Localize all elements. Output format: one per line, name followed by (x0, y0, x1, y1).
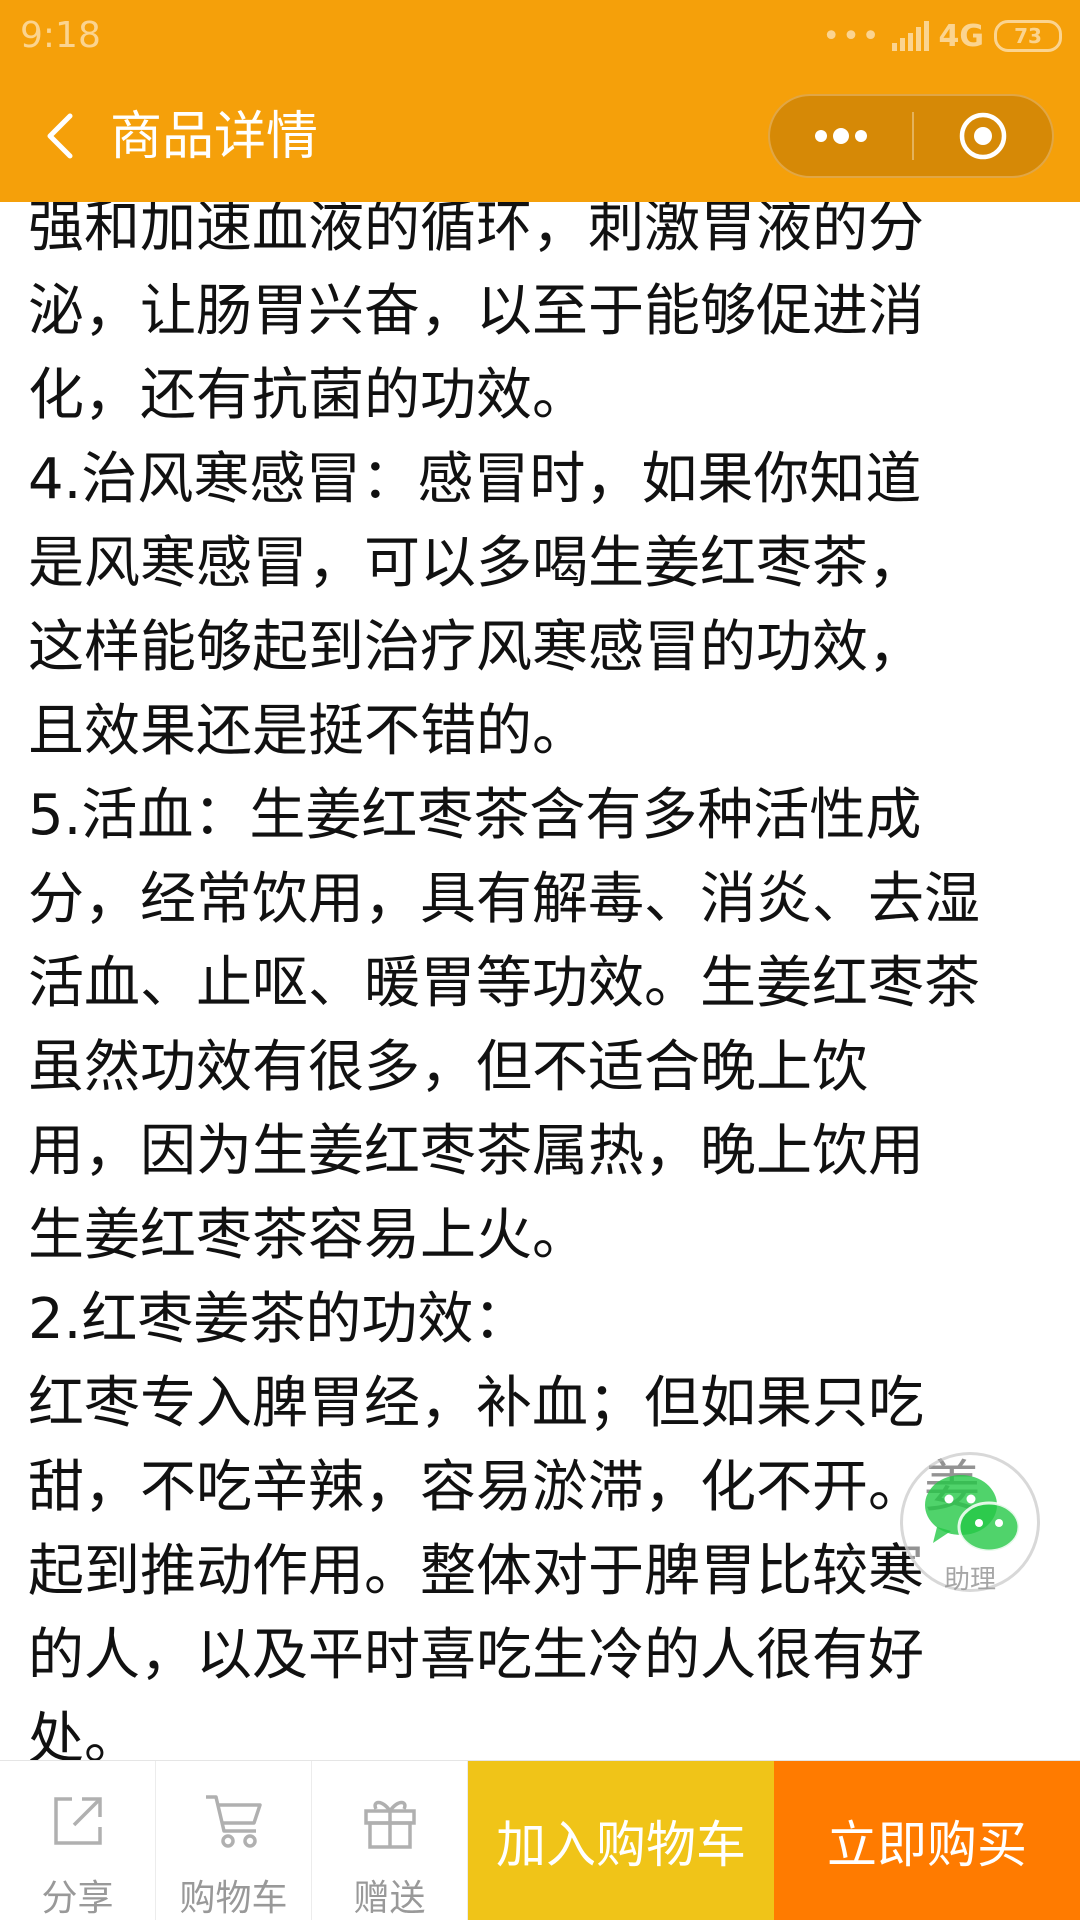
description-line: 泌，让肠胃兴奋，以至于能够促进消 (28, 279, 924, 344)
description-line: 生姜红枣茶容易上火。 (28, 1203, 588, 1268)
assistant-float-button[interactable]: 助理 (900, 1452, 1040, 1595)
more-button[interactable] (770, 96, 912, 176)
description-line: 4.治风寒感冒：感冒时，如果你知道 (28, 447, 922, 512)
description-line: 5.活血：生姜红枣茶含有多种活性成 (28, 783, 922, 848)
status-dots: ••• (822, 18, 882, 54)
description-line: 分，经常饮用，具有解毒、消炎、去湿 (28, 867, 980, 932)
signal-icon (891, 21, 929, 51)
close-mini-program-button[interactable] (914, 96, 1052, 176)
share-label: 分享 (41, 1878, 114, 1919)
product-detail-page: 9:18 ••• 4G 73 商品详情 强和加速血液的循环，刺激胃液的分 泌，让… (0, 0, 1080, 1920)
header: 9:18 ••• 4G 73 商品详情 (0, 0, 1080, 202)
cart-label: 购物车 (179, 1878, 288, 1919)
chevron-left-icon (47, 113, 73, 159)
gift-label: 赠送 (353, 1878, 426, 1919)
status-time: 9:18 (20, 15, 101, 56)
buy-now-button[interactable]: 立即购买 (774, 1761, 1080, 1920)
description-line: 且效果还是挺不错的。 (28, 699, 588, 764)
cart-button[interactable]: 购物车 (156, 1761, 312, 1920)
share-icon (54, 1797, 102, 1845)
battery-icon: 73 (994, 20, 1062, 52)
wechat-icon (925, 1475, 1021, 1553)
target-close-icon (959, 112, 1007, 160)
description-line: 2.红枣姜茶的功效： (28, 1287, 530, 1352)
bottom-action-bar: 分享 购物车 赠送 加入购物车 立即购买 (0, 1760, 1080, 1920)
gift-button[interactable]: 赠送 (312, 1761, 468, 1920)
mini-program-capsule (768, 94, 1054, 178)
page-title: 商品详情 (110, 107, 319, 167)
description-line: 活血、止呕、暖胃等功效。生姜红枣茶 (28, 951, 980, 1016)
network-label: 4G (938, 18, 985, 54)
description-line: 是风寒感冒，可以多喝生姜红枣茶， (28, 531, 924, 596)
status-indicators: ••• 4G 73 (822, 16, 1062, 56)
back-icon[interactable] (34, 108, 90, 164)
more-dots-icon (815, 128, 867, 144)
description-line: 用，因为生姜红枣茶属热，晚上饮用 (28, 1119, 924, 1184)
description-line: 红枣专入脾胃经，补血；但如果只吃 (28, 1371, 924, 1436)
cart-icon (206, 1795, 262, 1848)
status-bar: 9:18 ••• 4G 73 (0, 0, 1080, 72)
battery-level: 73 (1014, 24, 1042, 48)
description-line: 这样能够起到治疗风寒感冒的功效， (28, 615, 924, 680)
description-line: 虽然功效有很多，但不适合晚上饮 (28, 1035, 868, 1100)
share-button[interactable]: 分享 (0, 1761, 156, 1920)
gift-icon (364, 1800, 416, 1849)
add-to-cart-button[interactable]: 加入购物车 (468, 1761, 774, 1920)
description-line: 的人，以及平时喜吃生冷的人很有好 (28, 1623, 924, 1688)
description-line: 化，还有抗菌的功效。 (28, 363, 588, 428)
nav-bar: 商品详情 (0, 72, 1080, 202)
assistant-label: 助理 (943, 1565, 996, 1595)
